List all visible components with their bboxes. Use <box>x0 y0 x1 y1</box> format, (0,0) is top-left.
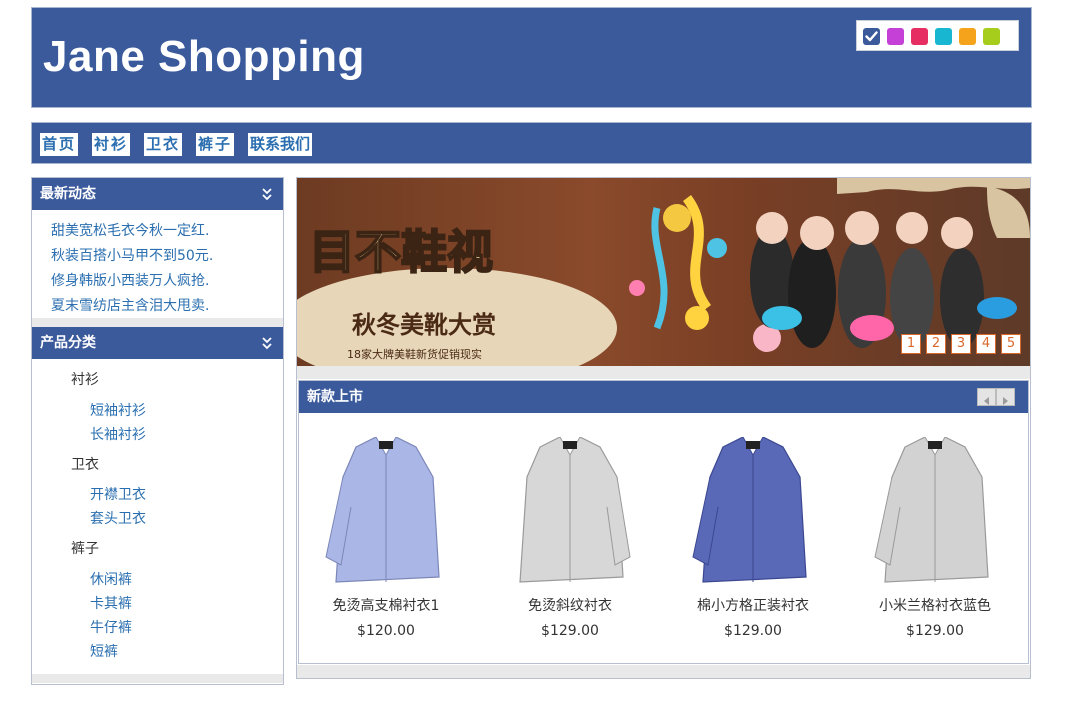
category-group-shirts[interactable]: 衬衫 <box>71 369 99 389</box>
skin-switcher <box>856 20 1019 51</box>
news-panel-title: 最新动态 <box>40 186 96 202</box>
arrow-right-icon <box>1003 397 1008 405</box>
product-card[interactable]: 免烫高支棉衬衣1 $120.00 <box>301 437 471 639</box>
shirt-body <box>702 437 807 583</box>
new-arrivals-panel: 新款上市 免烫高支棉衬衣1 $120.00 免烫斜纹衬衣 $129.00 棉小方… <box>298 380 1029 664</box>
product-name[interactable]: 免烫斜纹衬衣 <box>485 595 655 615</box>
product-name[interactable]: 小米兰格衬衣蓝色 <box>850 595 1020 615</box>
news-link[interactable]: 甜美宽松毛衣今秋一定红. <box>51 220 209 240</box>
product-image <box>519 437 631 583</box>
product-name[interactable]: 棉小方格正装衬衣 <box>668 595 838 615</box>
banner-headline: 目不鞋视 <box>309 225 493 279</box>
category-item[interactable]: 短裤 <box>90 641 118 661</box>
product-card[interactable]: 棉小方格正装衬衣 $129.00 <box>668 437 838 639</box>
news-panel-header: 最新动态 <box>32 178 283 210</box>
skin-swatch-0[interactable] <box>863 28 880 45</box>
skin-swatch-1[interactable] <box>887 28 904 45</box>
category-item[interactable]: 卡其裤 <box>90 593 132 613</box>
product-card[interactable]: 免烫斜纹衬衣 $129.00 <box>485 437 655 639</box>
category-panel-title: 产品分类 <box>40 335 96 351</box>
product-card[interactable]: 小米兰格衬衣蓝色 $129.00 <box>850 437 1020 639</box>
banner-page-3[interactable]: 3 <box>951 334 971 354</box>
banner-subtitle: 秋冬美靴大赏 <box>352 311 496 339</box>
product-image <box>692 437 807 583</box>
double-chevron-down-icon[interactable] <box>261 187 273 201</box>
new-arrivals-header: 新款上市 <box>299 381 1028 413</box>
nav-item-shirts[interactable]: 衬衫 <box>92 133 131 156</box>
divider <box>32 674 283 683</box>
category-item[interactable]: 牛仔裤 <box>90 617 132 637</box>
category-item[interactable]: 套头卫衣 <box>90 508 146 528</box>
skin-swatch-5[interactable] <box>983 28 1000 45</box>
next-button[interactable] <box>996 388 1015 406</box>
category-item[interactable]: 休闲裤 <box>90 569 132 589</box>
category-group-pants[interactable]: 裤子 <box>71 538 99 558</box>
nav-item-pants[interactable]: 裤子 <box>196 133 235 156</box>
product-image <box>874 437 989 583</box>
shirt-body <box>335 437 440 583</box>
new-arrivals-title: 新款上市 <box>307 389 363 405</box>
product-price: $120.00 <box>357 623 415 639</box>
site-header: Jane Shopping <box>31 7 1032 108</box>
news-link[interactable]: 秋装百搭小马甲不到50元. <box>51 245 213 265</box>
arrow-left-icon <box>984 397 989 405</box>
promo-banner[interactable]: 目不鞋视 秋冬美靴大赏 18家大牌美鞋新货促销现实 1 2 3 4 5 <box>297 178 1030 366</box>
double-chevron-down-icon[interactable] <box>261 336 273 350</box>
main-content: 目不鞋视 秋冬美靴大赏 18家大牌美鞋新货促销现实 1 2 3 4 5 新款上市 <box>296 177 1031 679</box>
product-name[interactable]: 免烫高支棉衬衣1 <box>301 595 471 615</box>
site-logo[interactable]: Jane Shopping <box>43 32 365 82</box>
product-image <box>325 437 440 583</box>
banner-tagline: 18家大牌美鞋新货促销现实 <box>347 347 482 361</box>
news-link[interactable]: 修身韩版小西装万人疯抢. <box>51 270 209 290</box>
skin-swatch-4[interactable] <box>959 28 976 45</box>
check-icon <box>865 31 878 42</box>
main-nav: 首页 衬衫 卫衣 裤子 联系我们 <box>31 122 1032 164</box>
category-panel-header: 产品分类 <box>32 327 283 359</box>
category-item[interactable]: 短袖衬衫 <box>90 400 146 420</box>
nav-item-contact[interactable]: 联系我们 <box>248 133 313 156</box>
divider <box>297 665 1030 678</box>
category-group-hoodies[interactable]: 卫衣 <box>71 454 99 474</box>
news-link[interactable]: 夏末雪纺店主含泪大甩卖. <box>51 295 209 315</box>
shirt-body <box>884 437 989 583</box>
skin-swatch-2[interactable] <box>911 28 928 45</box>
banner-page-5[interactable]: 5 <box>1001 334 1021 354</box>
category-item[interactable]: 长袖衬衫 <box>90 424 146 444</box>
banner-page-2[interactable]: 2 <box>926 334 946 354</box>
sidebar: 最新动态 甜美宽松毛衣今秋一定红. 秋装百搭小马甲不到50元. 修身韩版小西装万… <box>31 177 284 685</box>
nav-item-home[interactable]: 首页 <box>40 133 79 156</box>
product-price: $129.00 <box>541 623 599 639</box>
skin-swatch-3[interactable] <box>935 28 952 45</box>
product-price: $129.00 <box>906 623 964 639</box>
category-item[interactable]: 开襟卫衣 <box>90 484 146 504</box>
nav-item-hoodies[interactable]: 卫衣 <box>144 133 183 156</box>
banner-page-1[interactable]: 1 <box>901 334 921 354</box>
product-price: $129.00 <box>724 623 782 639</box>
banner-page-4[interactable]: 4 <box>976 334 996 354</box>
divider <box>32 318 283 327</box>
divider <box>297 366 1030 379</box>
prev-button[interactable] <box>977 388 996 406</box>
